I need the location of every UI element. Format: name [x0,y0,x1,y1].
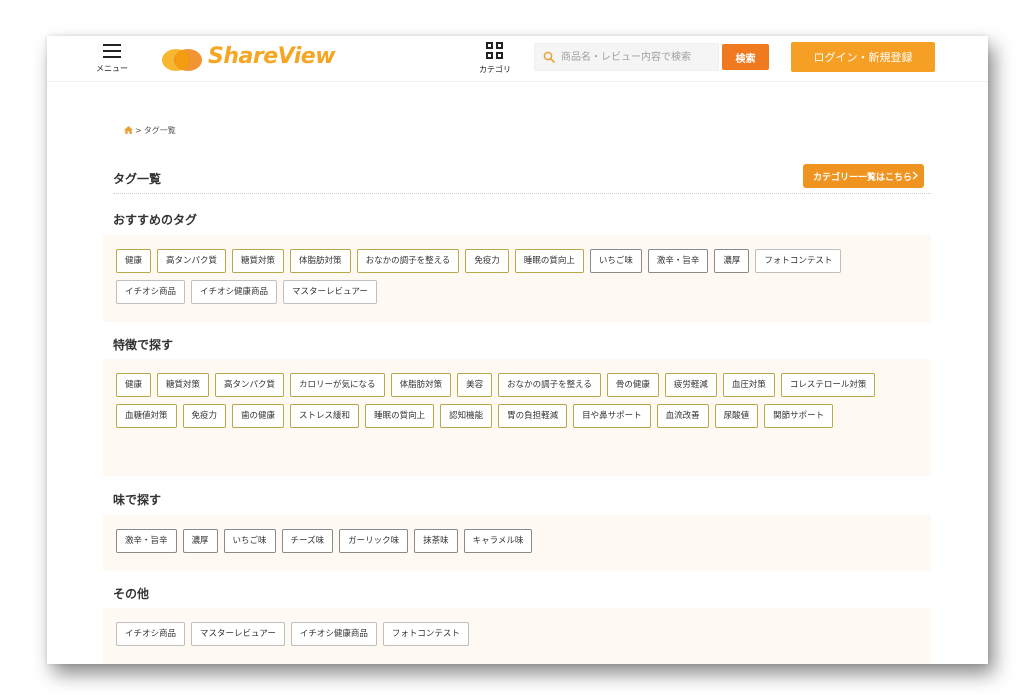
tag-chip[interactable]: イチオシ商品 [116,280,186,304]
tag-list-taste: 激辛・旨辛 濃厚 いちご味 チーズ味 ガーリック味 抹茶味 キャラメル味 [116,529,919,560]
tag-chip[interactable]: ガーリック味 [339,529,409,553]
tag-chip[interactable]: フォトコンテスト [755,249,842,273]
tag-chip[interactable]: 美容 [457,373,493,397]
category-list-label: カテゴリー一覧はこちら [813,172,913,183]
tag-chip[interactable]: 免疫力 [465,249,509,273]
section-title-other: その他 [113,587,150,601]
tag-chip[interactable]: 睡眠の質向上 [514,249,584,273]
tag-chip[interactable]: マスターレビュアー [283,280,377,304]
tag-chip[interactable]: 関節サポート [764,404,834,428]
section-title-taste: 味で探す [113,493,162,507]
tag-chip[interactable]: 健康 [116,249,152,273]
tag-chip[interactable]: 胃の負担軽減 [498,404,568,428]
site-header: メニュー ShareView カテゴリ 検索 ログイン・新規登録 [47,36,988,82]
tag-box-taste: 激辛・旨辛 濃厚 いちご味 チーズ味 ガーリック味 抹茶味 キャラメル味 [103,515,931,571]
category-button[interactable]: カテゴリ [473,41,517,77]
tag-chip[interactable]: イチオシ健康商品 [290,622,377,646]
tag-list-features: 健康 糖質対策 高タンパク質 カロリーが気になる 体脂肪対策 美容 おなかの調子を整える 骨の… [116,373,919,435]
tag-chip[interactable]: 免疫力 [182,404,227,428]
tag-chip[interactable]: 体脂肪対策 [390,373,452,397]
tag-chip[interactable]: 血圧対策 [722,373,775,397]
tag-chip[interactable]: チーズ味 [281,529,334,553]
chevron-right-icon [912,171,918,180]
tag-box-recommended: 健康 高タンパク質 糖質対策 体脂肪対策 おなかの調子を整える 免疫力 睡眠の質向上 いちご味… [103,235,931,322]
shareview-logo[interactable]: ShareView [161,42,336,72]
tag-chip[interactable]: おなかの調子を整える [356,249,460,273]
tag-chip[interactable]: フォトコンテスト [382,622,469,646]
tag-chip[interactable]: コレステロール対策 [780,373,876,397]
menu-button[interactable]: メニュー [95,41,129,77]
tag-chip[interactable]: 高タンパク質 [215,373,285,397]
tag-chip[interactable]: 尿酸値 [714,404,759,428]
tag-chip[interactable]: 激辛・旨辛 [116,529,177,553]
tag-chip[interactable]: 糖質対策 [232,249,285,273]
tag-chip[interactable]: 体脂肪対策 [290,249,351,273]
login-signup-button[interactable]: ログイン・新規登録 [791,42,935,72]
tag-box-features: 健康 糖質対策 高タンパク質 カロリーが気になる 体脂肪対策 美容 おなかの調子を整える 骨の… [103,359,931,476]
search-icon [543,51,555,63]
page-title: タグ一覧 [113,172,162,186]
logo-mark-icon [162,49,202,71]
tag-chip[interactable]: イチオシ健康商品 [191,280,278,304]
search-box [534,43,719,71]
tag-chip[interactable]: 睡眠の質向上 [365,404,435,428]
menu-label: メニュー [96,64,128,73]
home-icon[interactable] [124,126,133,134]
tag-box-other: イチオシ商品 マスターレビュアー イチオシ健康商品 フォトコンテスト [103,608,931,664]
tag-chip[interactable]: 歯の健康 [232,404,285,428]
tag-chip[interactable]: 健康 [116,373,152,397]
tag-chip[interactable]: カロリーが気になる [290,373,385,397]
tag-list-recommended: 健康 高タンパク質 糖質対策 体脂肪対策 おなかの調子を整える 免疫力 睡眠の質向上 いちご味… [116,249,919,311]
tag-chip[interactable]: 濃厚 [182,529,218,553]
category-list-button[interactable]: カテゴリー一覧はこちら [803,164,924,188]
breadcrumb-separator: > [135,126,142,135]
page-frame: メニュー ShareView カテゴリ 検索 ログイン・新規登録 [47,36,988,664]
tag-chip[interactable]: おなかの調子を整える [498,373,601,397]
grid-icon [486,42,504,60]
tag-chip[interactable]: 激辛・旨辛 [647,249,709,273]
tag-chip[interactable]: 認知機能 [440,404,493,428]
hamburger-icon [103,43,121,59]
tag-chip[interactable]: 疲労軽減 [664,373,717,397]
tag-chip[interactable]: 糖質対策 [157,373,210,397]
search-input[interactable] [561,47,716,67]
tag-chip[interactable]: いちご味 [589,249,642,273]
section-title-recommended: おすすめのタグ [113,213,198,227]
tag-chip[interactable]: 目や鼻サポート [573,404,651,428]
tag-chip[interactable]: 高タンパク質 [157,249,227,273]
tag-chip[interactable]: 抹茶味 [414,529,458,553]
logo-text: ShareView [208,44,336,69]
search-button[interactable]: 検索 [722,44,769,70]
tag-chip[interactable]: キャラメル味 [463,529,533,553]
tag-chip[interactable]: イチオシ商品 [116,622,186,646]
breadcrumb: > タグ一覧 [124,125,176,136]
tag-chip[interactable]: 血流改善 [656,404,709,428]
tag-chip[interactable]: 血糖値対策 [116,404,177,428]
tag-list-other: イチオシ商品 マスターレビュアー イチオシ健康商品 フォトコンテスト [116,622,919,653]
tag-chip[interactable]: マスターレビュアー [191,622,285,646]
tag-chip[interactable]: いちご味 [223,529,276,553]
tag-chip[interactable]: ストレス緩和 [290,404,360,428]
category-label: カテゴリ [479,65,511,74]
title-divider [113,193,931,194]
tag-chip[interactable]: 濃厚 [714,249,750,273]
section-title-features: 特徴で探す [113,338,174,352]
tag-chip[interactable]: 骨の健康 [606,373,659,397]
breadcrumb-current: タグ一覧 [143,126,176,135]
